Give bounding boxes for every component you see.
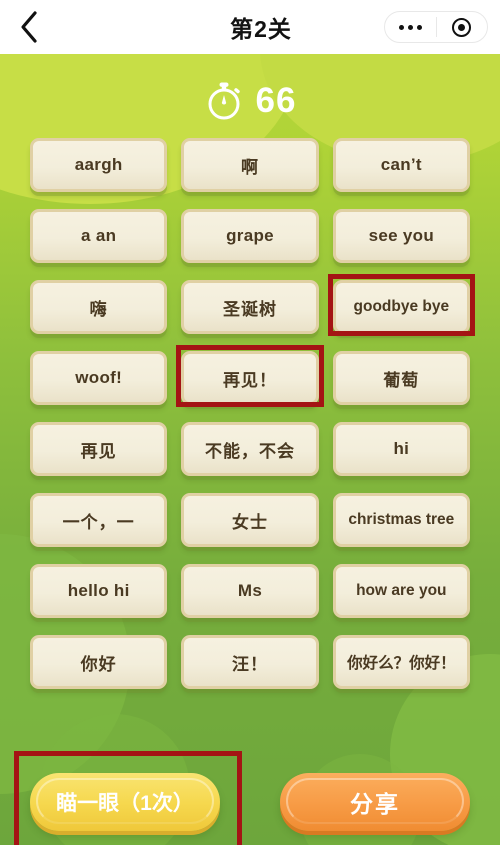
word-tile: 再见 [30,422,168,476]
word-tile: 女士 [181,493,319,547]
word-tile: 葡萄 [332,351,470,405]
word-tile-label: 一个，一 [62,512,135,532]
word-tile-button[interactable]: 再见！ [181,351,319,405]
word-tile-label: 嗨 [89,299,108,319]
word-tile-highlighted: goodbye bye [327,274,476,336]
word-tile: christmas tree [332,493,470,547]
word-tile-button[interactable]: woof! [30,351,168,405]
word-tile-button[interactable]: a an [30,209,168,263]
word-tile-button[interactable]: 嗨 [30,280,168,334]
word-tile-label: 葡萄 [383,370,420,390]
word-tile-label: see you [368,226,435,245]
share-button-label: 分享 [350,791,400,817]
word-tile: can’t [332,138,470,192]
word-tile-button[interactable]: 圣诞树 [181,280,319,334]
word-tile-label: 不能，不会 [204,441,295,461]
word-tile-label: grape [226,226,274,245]
word-tile-button[interactable]: 汪！ [181,635,319,689]
word-tile-button[interactable]: 一个，一 [30,493,168,547]
word-tile: grape [181,209,319,263]
more-dots-icon[interactable] [385,24,436,30]
word-tile: how are you [332,564,470,618]
word-tile: 嗨 [30,280,168,334]
word-tile: a an [30,209,168,263]
word-tile: see you [332,209,470,263]
word-tile-button[interactable]: 不能，不会 [181,422,319,476]
word-tile-label: can’t [380,155,422,174]
word-tile-label: woof! [75,368,123,387]
word-tile-label: 圣诞树 [222,299,277,319]
word-tile-button[interactable]: can’t [332,138,470,192]
target-dot-icon[interactable] [437,17,488,37]
timer: 66 [0,78,500,122]
word-tile-button[interactable]: 你好 [30,635,168,689]
word-tile-label: 女士 [231,512,268,532]
navigation-bar: 第2关 [0,0,500,54]
word-tile-label: aargh [74,155,123,174]
timer-value: 66 [255,80,297,120]
word-tile: 不能，不会 [181,422,319,476]
word-tile: 你好 [30,635,168,689]
word-tile-button[interactable]: goodbye bye [332,280,470,334]
word-tile-label: 啊 [240,157,259,177]
word-tile-grid: aargh 啊 can’t a an grape see you 嗨 圣诞树 goodbye b… [0,138,500,689]
word-tile-label: 再见！ [222,370,277,390]
word-tile-label: 你好 [80,654,117,674]
word-tile-button[interactable]: aargh [30,138,168,192]
word-tile: 你好么？你好！ [332,635,470,689]
word-tile-label: how are you [356,582,447,599]
word-tile-label: christmas tree [348,511,455,528]
peek-button-label: 瞄一眼（1次） [56,792,194,815]
game-stage: 66 aargh 啊 can’t a an grape see you 嗨 圣诞树 goodby… [0,54,500,845]
word-tile-button[interactable]: Ms [181,564,319,618]
word-tile-label: a an [81,226,117,245]
miniprogram-capsule [384,11,488,43]
word-tile-label: 再见 [80,441,117,461]
share-button-slot: 分享 [280,773,470,831]
word-tile: 一个，一 [30,493,168,547]
word-tile: Ms [181,564,319,618]
word-tile-label: hi [393,439,410,458]
word-tile: 圣诞树 [181,280,319,334]
word-tile: hi [332,422,470,476]
stopwatch-icon [204,78,244,122]
word-tile-button[interactable]: hello hi [30,564,168,618]
word-tile-label: Ms [237,581,263,600]
word-tile-button[interactable]: 啊 [181,138,319,192]
word-tile-button[interactable]: 再见 [30,422,168,476]
word-tile-button[interactable]: grape [181,209,319,263]
word-tile: hello hi [30,564,168,618]
peek-button-slot: 瞄一眼（1次） [14,751,242,845]
peek-button[interactable]: 瞄一眼（1次） [30,773,220,831]
word-tile-label: hello hi [67,581,130,600]
back-button[interactable] [0,0,58,54]
word-tile-label: goodbye bye [353,298,450,315]
word-tile-button[interactable]: hi [332,422,470,476]
word-tile-button[interactable]: 女士 [181,493,319,547]
word-tile-button[interactable]: 你好么？你好！ [332,635,470,689]
share-button[interactable]: 分享 [280,773,470,831]
chevron-left-icon [18,10,40,44]
word-tile: aargh [30,138,168,192]
word-tile-highlighted: 再见！ [176,345,324,407]
word-tile-button[interactable]: 葡萄 [332,351,470,405]
word-tile-button[interactable]: christmas tree [332,493,470,547]
word-tile-button[interactable]: see you [332,209,470,263]
word-tile: 啊 [181,138,319,192]
word-tile-label: 汪！ [231,654,268,674]
word-tile-label: 你好么？你好！ [347,655,456,672]
word-tile: 汪！ [181,635,319,689]
word-tile-button[interactable]: how are you [332,564,470,618]
action-bar: 瞄一眼（1次） 分享 [0,751,500,845]
word-tile: woof! [30,351,168,405]
